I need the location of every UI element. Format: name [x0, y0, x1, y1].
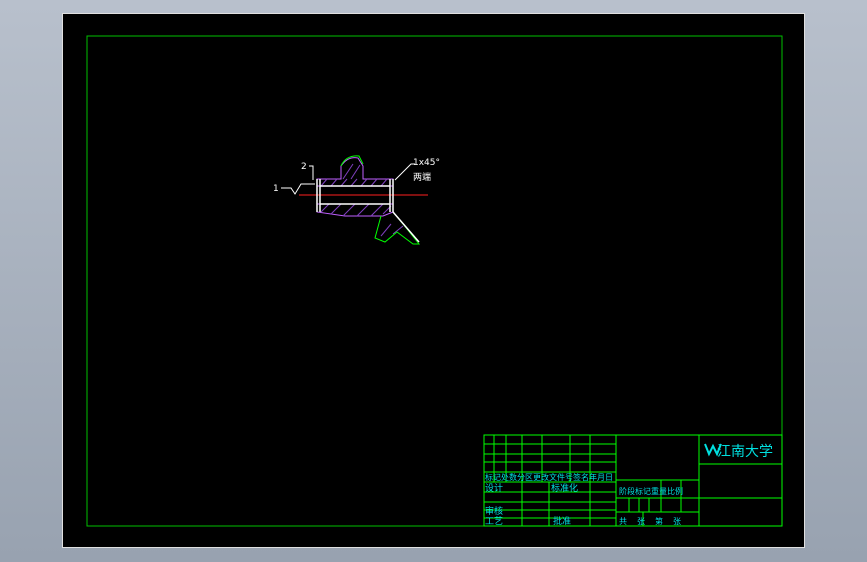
- flange-outline: [340, 155, 421, 245]
- revision-row-labels: 标记处数分区更改文件号签名年月日: [485, 472, 613, 482]
- standard-label: 标准化: [551, 482, 578, 494]
- process-label: 工艺: [485, 516, 503, 527]
- sheets-label: 共张第张: [619, 516, 691, 526]
- roughness-left-value: 1: [273, 184, 279, 194]
- chamfer-note: 1x45°: [413, 158, 440, 168]
- bore-lines: [316, 179, 420, 243]
- stage-labels: 阶段标记重量比例: [619, 486, 683, 496]
- roughness-symbol-left: [281, 183, 315, 195]
- roughness-top-value: 2: [301, 162, 307, 172]
- drawing-canvas[interactable]: 1x45° 两端 2 1 江南大学 标记处数分区更改文件号签名年月日 设计 标准…: [62, 13, 805, 548]
- chamfer-leader: [394, 163, 415, 181]
- review-label: 审核: [485, 505, 503, 517]
- design-label: 设计: [485, 482, 503, 494]
- chamfer-note-2: 两端: [413, 171, 431, 183]
- approve-label: 批准: [553, 515, 571, 527]
- cad-drawing: 1x45° 两端 2 1 江南大学 标记处数分区更改文件号签名年月日 设计 标准…: [86, 35, 783, 527]
- roughness-symbol-top: [309, 165, 314, 180]
- title-block-text: 江南大学 标记处数分区更改文件号签名年月日 设计 标准化 阶段标记重量比例 审核…: [485, 444, 773, 527]
- school-name: 江南大学: [717, 444, 773, 460]
- drawing-frame: [86, 35, 783, 527]
